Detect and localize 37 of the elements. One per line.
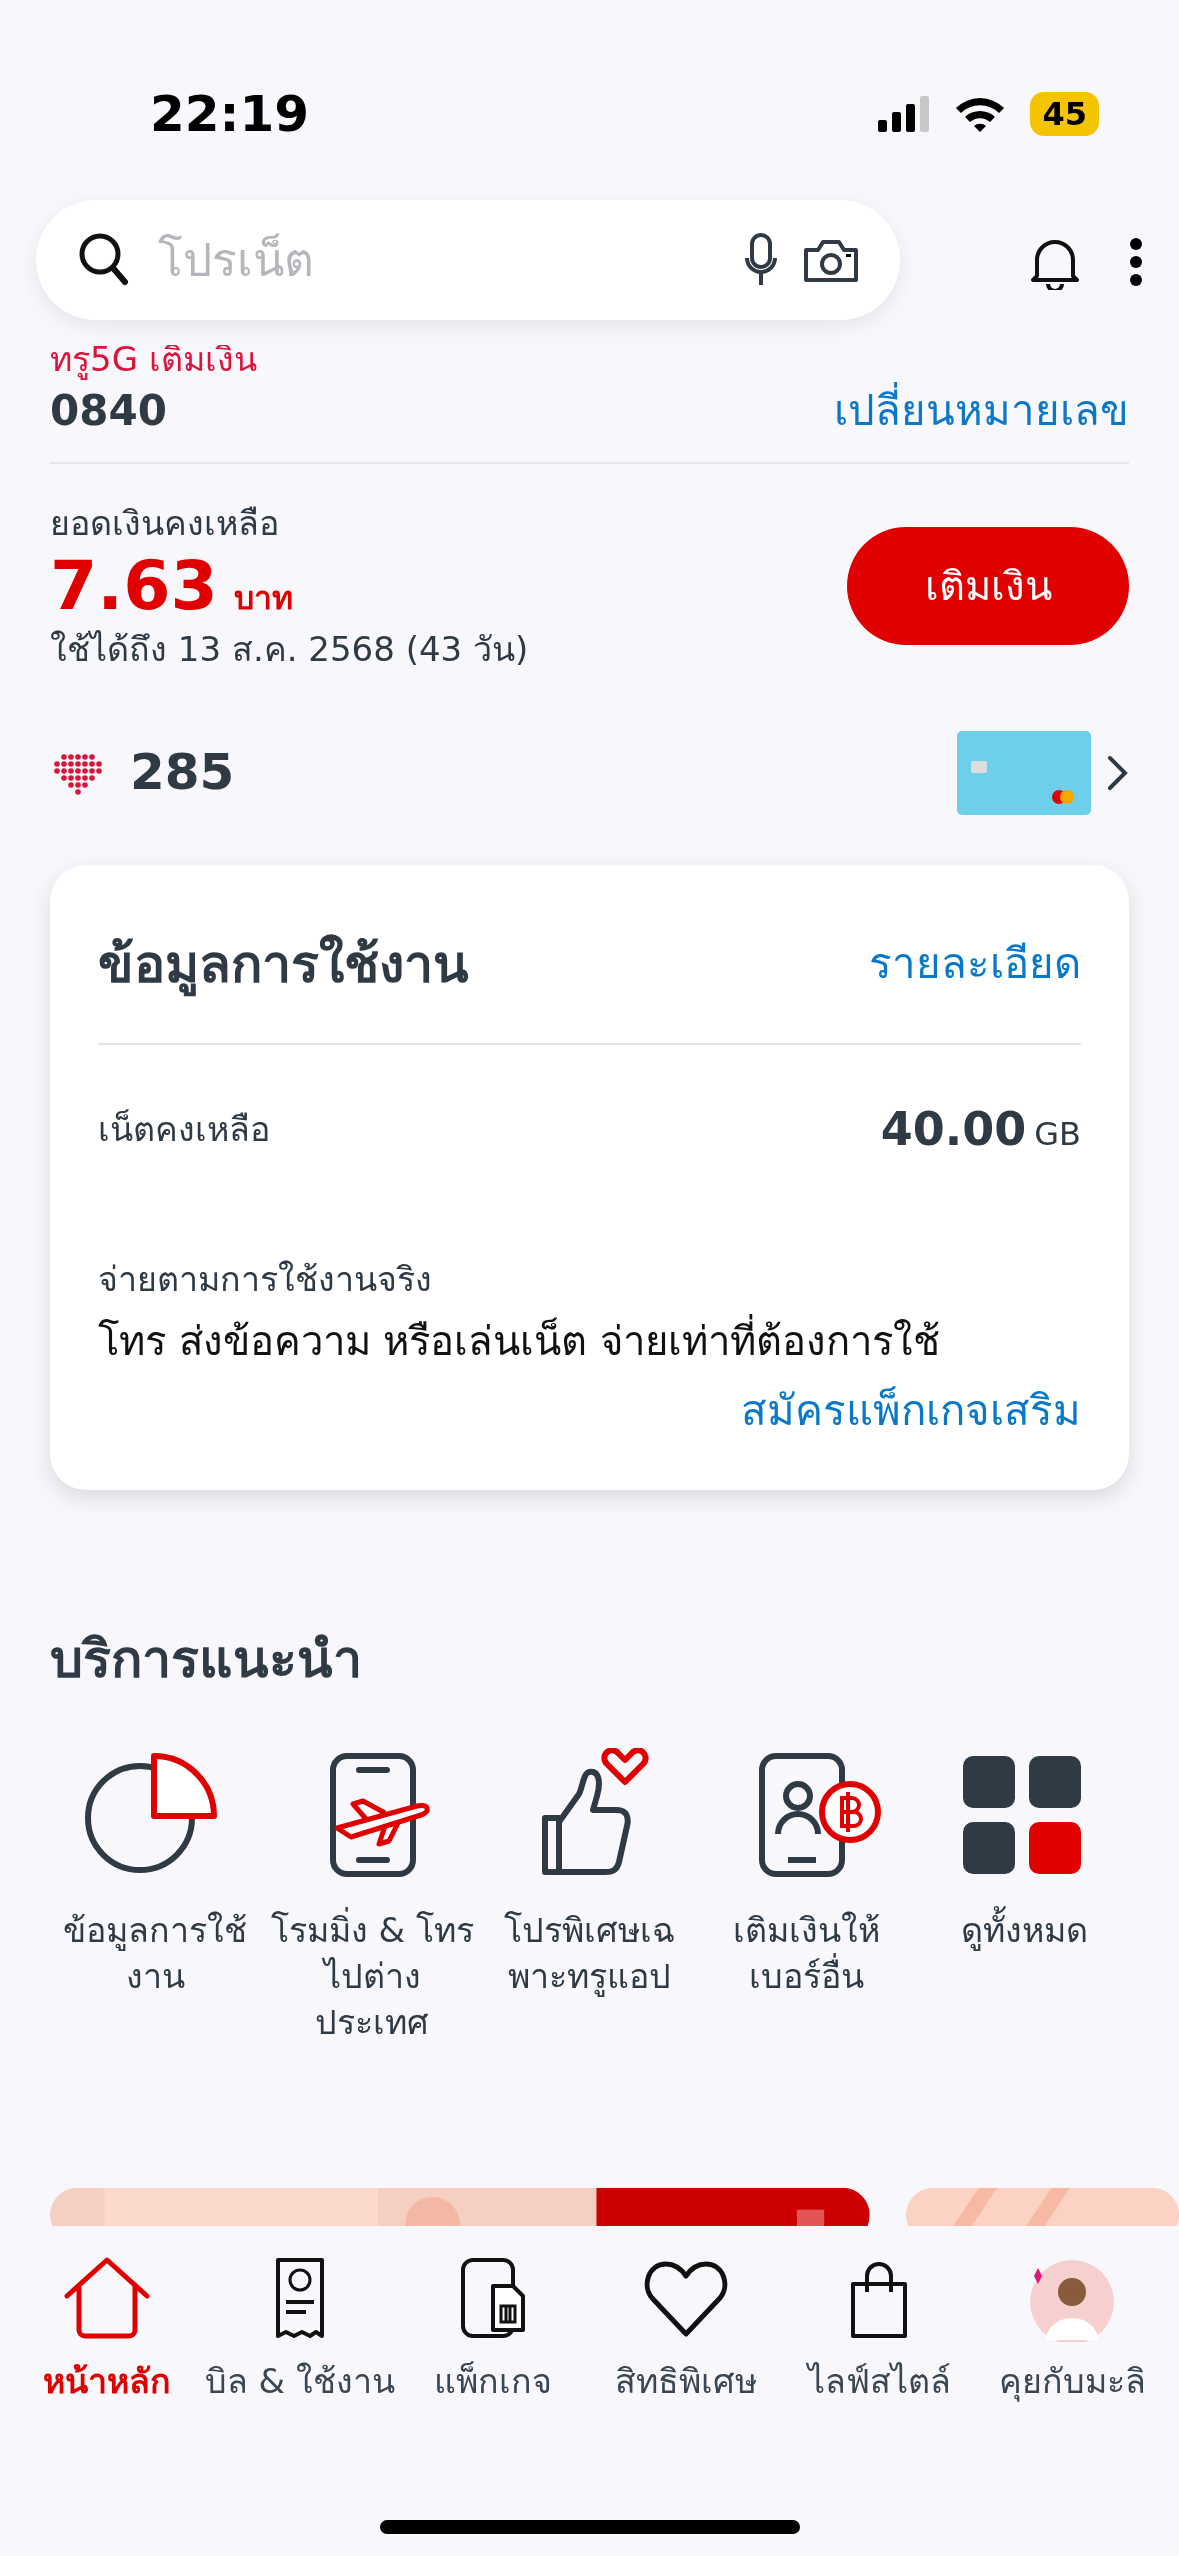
payg-title: จ่ายตามการใช้งานจริง <box>98 1257 433 1301</box>
more-icon[interactable] <box>1129 237 1143 287</box>
balance-label: ยอดเงินคงเหลือ <box>50 502 280 545</box>
search-bar[interactable]: โปรเน็ต <box>36 200 900 320</box>
chevron-right-icon[interactable] <box>1107 754 1129 791</box>
nav-tab[interactable]: ไลฟ์สไตล์ <box>782 2256 976 2556</box>
payg-description: โทร ส่งข้อความ หรือเล่นเน็ต จ่ายเท่าที่ต้องการใช้ <box>98 1310 1081 1371</box>
microphone-icon[interactable] <box>744 232 778 288</box>
service-label[interactable]: เติมเงินให้เบอร์อื่น <box>701 1907 912 2000</box>
service-label[interactable]: ดูทั้งหมด <box>960 1907 1088 1954</box>
balance-amount: 7.63 <box>50 549 218 624</box>
change-number-link[interactable]: เปลี่ยนหมายเลข <box>834 379 1129 442</box>
search-field[interactable]: โปรเน็ต <box>156 224 720 296</box>
nav-tab[interactable]: หน้าหลัก <box>10 2256 204 2556</box>
usage-unit: GB <box>1034 1113 1081 1155</box>
points-value: 285 <box>130 742 235 804</box>
battery-level: 45 <box>1030 92 1099 136</box>
nav-tab[interactable]: สิทธิพิเศษ <box>589 2256 783 2556</box>
card-title: ข้อมูลการใช้งาน <box>98 924 469 1003</box>
phone-number: 0840 <box>50 385 168 437</box>
details-link[interactable]: รายละเอียด <box>869 932 1081 996</box>
signal-icon <box>878 96 931 132</box>
nav-tab[interactable]: คุยกับมะลิ <box>975 2256 1170 2556</box>
nav-tab[interactable]: บิล & ใช้งาน <box>203 2256 397 2556</box>
top-up-button[interactable]: เติมเงิน <box>847 527 1129 646</box>
service-label[interactable]: ข้อมูลการใช้งาน <box>50 1907 260 2000</box>
add-on-link[interactable]: สมัครแพ็กเกจเสริม <box>741 1385 1081 1435</box>
section-title: บริการแนะนำ <box>50 1627 363 1691</box>
usage-label: เน็ตคงเหลือ <box>98 1107 270 1151</box>
service-label[interactable]: โปรพิเศษเฉพาะทรูแอป <box>484 1907 695 2000</box>
wifi-icon <box>954 95 1007 133</box>
usage-value: 40.00 <box>880 1100 1027 1158</box>
service-label[interactable]: โรมมิ่ง & โทรไปต่างประเทศ <box>267 1907 478 2046</box>
validity-text: ใช้ได้ถึง 13 ส.ค. 2568 (43 วัน) <box>50 627 529 671</box>
plan-label: ทรู5G เติมเงิน <box>50 339 257 379</box>
status-time: 22:19 <box>150 83 310 145</box>
currency-unit: บาท <box>233 578 293 619</box>
